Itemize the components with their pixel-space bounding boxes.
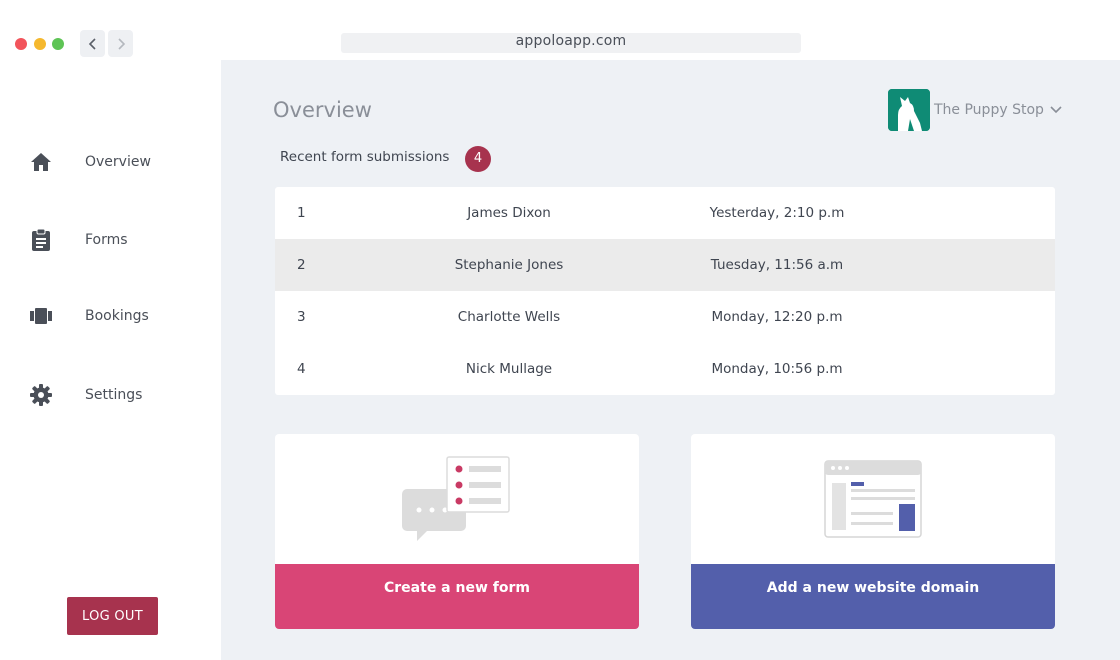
create-form-button[interactable]: Create a new form: [275, 564, 639, 629]
maximize-window-button[interactable]: [52, 38, 64, 50]
clipboard-icon: [30, 228, 52, 251]
create-form-card[interactable]: Create a new form: [275, 434, 639, 629]
bookings-icon: [30, 305, 52, 327]
sidebar-item-forms[interactable]: Forms: [0, 220, 221, 260]
row-name: Nick Mullage: [465, 361, 553, 377]
sidebar-item-settings[interactable]: Settings: [0, 375, 221, 415]
back-button[interactable]: [80, 30, 105, 57]
gear-icon: [30, 384, 52, 406]
sidebar-item-label: Overview: [85, 154, 151, 170]
sidebar: Overview Forms Bookings Settings LOG OUT: [0, 60, 221, 660]
sidebar-item-label: Settings: [85, 387, 143, 403]
submission-count-badge: 4: [465, 146, 491, 172]
sidebar-item-label: Forms: [85, 232, 128, 248]
add-domain-button[interactable]: Add a new website domain: [691, 564, 1055, 629]
page-title: Overview: [273, 98, 372, 122]
table-row[interactable]: 4 Nick Mullage Monday, 10:56 p.m: [275, 343, 1055, 395]
org-logo: [888, 89, 930, 131]
form-illustration: [275, 434, 639, 564]
chevron-down-icon: [1050, 106, 1062, 114]
table-row[interactable]: 1 James Dixon Yesterday, 2:10 p.m: [275, 187, 1055, 239]
table-row[interactable]: 3 Charlotte Wells Monday, 12:20 p.m: [275, 291, 1055, 343]
sidebar-item-label: Bookings: [85, 308, 149, 324]
minimize-window-button[interactable]: [34, 38, 46, 50]
row-number: 4: [297, 361, 306, 377]
sidebar-item-overview[interactable]: Overview: [0, 142, 221, 182]
org-name: The Puppy Stop: [934, 102, 1044, 118]
row-time: Tuesday, 11:56 a.m: [710, 257, 844, 273]
forward-button[interactable]: [108, 30, 133, 57]
row-name: Stephanie Jones: [454, 257, 564, 273]
browser-chrome: appoloapp.com: [0, 0, 1120, 60]
row-name: James Dixon: [467, 205, 551, 221]
row-time: Monday, 12:20 p.m: [711, 309, 843, 325]
table-row[interactable]: 2 Stephanie Jones Tuesday, 11:56 a.m: [275, 239, 1055, 291]
chevron-left-icon: [88, 37, 96, 50]
section-title: Recent form submissions: [280, 149, 450, 165]
row-time: Monday, 10:56 p.m: [711, 361, 843, 377]
row-number: 2: [297, 257, 306, 273]
address-bar[interactable]: appoloapp.com: [341, 33, 801, 53]
home-icon: [30, 151, 52, 173]
row-number: 1: [297, 205, 306, 221]
add-domain-card[interactable]: Add a new website domain: [691, 434, 1055, 629]
website-illustration: [691, 434, 1055, 564]
logout-button[interactable]: LOG OUT: [67, 597, 158, 635]
row-time: Yesterday, 2:10 p.m: [709, 205, 845, 221]
main-content: Overview The Puppy Stop Recent form subm…: [221, 60, 1120, 660]
chevron-right-icon: [117, 37, 125, 50]
org-switcher[interactable]: The Puppy Stop: [888, 88, 1062, 132]
submissions-table: 1 James Dixon Yesterday, 2:10 p.m 2 Step…: [275, 187, 1055, 395]
row-name: Charlotte Wells: [457, 309, 561, 325]
sidebar-item-bookings[interactable]: Bookings: [0, 296, 221, 336]
row-number: 3: [297, 309, 306, 325]
close-window-button[interactable]: [15, 38, 27, 50]
